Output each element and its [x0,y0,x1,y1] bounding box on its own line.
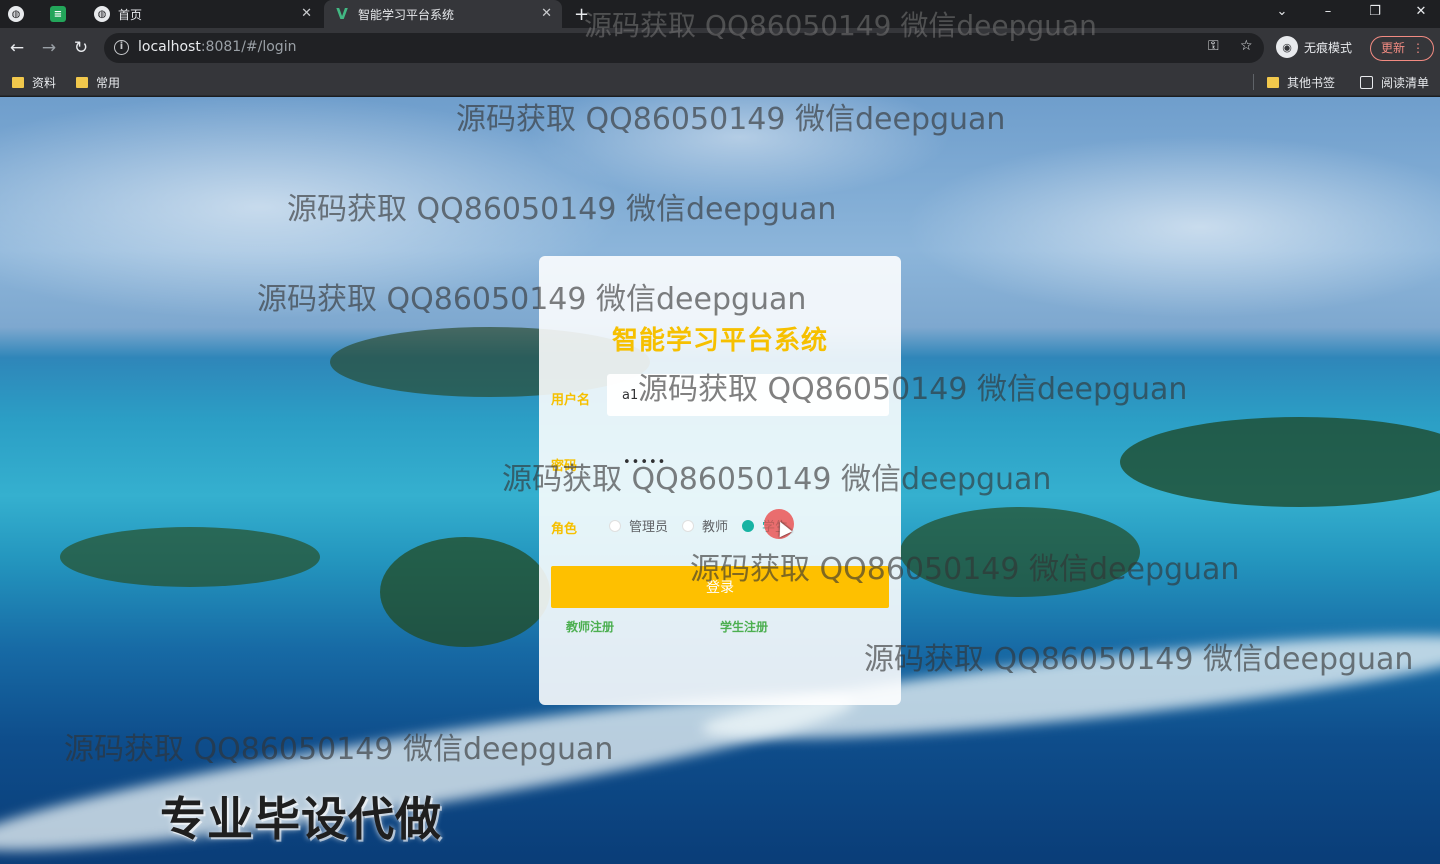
bookmark-label: 其他书签 [1287,76,1336,90]
reading-list-icon [1360,76,1373,89]
incognito-label: 无痕模式 [1304,40,1353,55]
folder-icon [1267,77,1279,88]
back-arrow-icon[interactable]: ← [6,38,28,58]
tab-login[interactable]: V 智能学习平台系统 ✕ [324,0,562,28]
bookmarks-divider [1253,74,1254,90]
watermark-text: 源码获取 QQ86050149 微信deepguan [864,642,1414,677]
more-vert-icon: ⋮ [1412,41,1424,55]
folder-icon [76,77,88,88]
bookmark-label: 常用 [96,76,121,90]
tab-search-chevron-icon[interactable]: ⌄ [1272,4,1292,19]
restore-icon[interactable]: ❐ [1365,4,1385,19]
bookmark-folder-changyong[interactable]: 常用 [76,74,120,91]
update-label: 更新 [1381,41,1406,55]
background-island [1120,417,1440,507]
watermark-text: 源码获取 QQ86050149 微信deepguan [690,552,1240,587]
update-button[interactable]: 更新 ⋮ [1370,36,1434,61]
watermark-text: 源码获取 QQ86050149 微信deepguan [638,372,1188,407]
folder-icon [12,77,24,88]
globe-icon: ◍ [94,6,110,22]
star-icon[interactable]: ☆ [1240,38,1253,54]
tab-search-button[interactable]: ◍ [8,0,38,28]
teacher-register-link[interactable]: 教师注册 [566,618,614,635]
background-island [380,537,550,647]
login-page: 智能学习平台系统 用户名 密码 ••••• 角色 管理员 教师 学生 登录 教师… [0,97,1440,864]
login-title: 智能学习平台系统 [611,326,828,356]
forward-arrow-icon[interactable]: → [38,38,60,58]
radio-indicator-checked[interactable] [742,519,755,532]
watermark-text: 源码获取 QQ86050149 微信deepguan [64,732,614,767]
minimize-icon[interactable]: – [1318,4,1338,19]
incognito-indicator[interactable]: ◉ 无痕模式 [1276,36,1352,58]
radio-admin-label[interactable]: 管理员 [629,516,668,535]
watermark-text: 源码获取 QQ86050149 微信deepguan [456,102,1006,137]
radio-admin[interactable]: 管理员 [609,516,668,535]
url-text[interactable]: localhost:8081/#/login [138,39,296,55]
url-host: localhost [138,39,201,55]
bookmark-other[interactable]: 其他书签 [1267,74,1335,91]
url-path: :8081/#/login [200,39,297,55]
close-icon[interactable]: ✕ [541,6,552,21]
tab-home-label: 首页 [118,7,143,22]
background-island [60,527,320,587]
watermark-text: 源码获取 QQ86050149 微信deepguan [287,192,837,227]
reload-icon[interactable]: ↻ [70,38,92,58]
reading-list-button[interactable]: 阅读清单 [1360,74,1429,91]
pinned-tab[interactable]: ≡ [50,0,78,28]
radio-indicator[interactable] [682,519,695,532]
window-close-icon[interactable]: ✕ [1411,4,1431,19]
watermark-text: 源码获取 QQ86050149 微信deepguan [584,9,1097,42]
promo-banner-text: 专业毕设代做 [160,792,442,846]
globe-icon: ◍ [8,6,24,22]
vue-logo-icon: V [336,5,348,23]
watermark-text: 源码获取 QQ86050149 微信deepguan [502,462,1052,497]
tab-home[interactable]: ◍ 首页 ✕ [84,0,322,28]
bookmarks-bar: 资料 常用 其他书签 阅读清单 [0,68,1440,96]
radio-teacher-label[interactable]: 教师 [702,516,728,535]
bookmark-folder-ziliao[interactable]: 资料 [12,74,56,91]
student-register-link[interactable]: 学生注册 [720,618,768,635]
close-icon[interactable]: ✕ [301,6,312,21]
key-icon[interactable]: ⚿ [1208,38,1219,54]
watermark-text: 源码获取 QQ86050149 微信deepguan [257,282,807,317]
tab-login-label: 智能学习平台系统 [358,7,455,22]
role-label: 角色 [551,522,578,537]
radio-teacher[interactable]: 教师 [682,516,728,535]
spreadsheet-icon: ≡ [50,6,66,22]
bookmark-label: 阅读清单 [1381,76,1430,90]
username-label: 用户名 [551,393,591,408]
incognito-icon: ◉ [1276,36,1298,58]
radio-indicator[interactable] [609,519,621,532]
info-icon[interactable]: i [114,40,129,55]
bookmark-label: 资料 [32,76,57,90]
